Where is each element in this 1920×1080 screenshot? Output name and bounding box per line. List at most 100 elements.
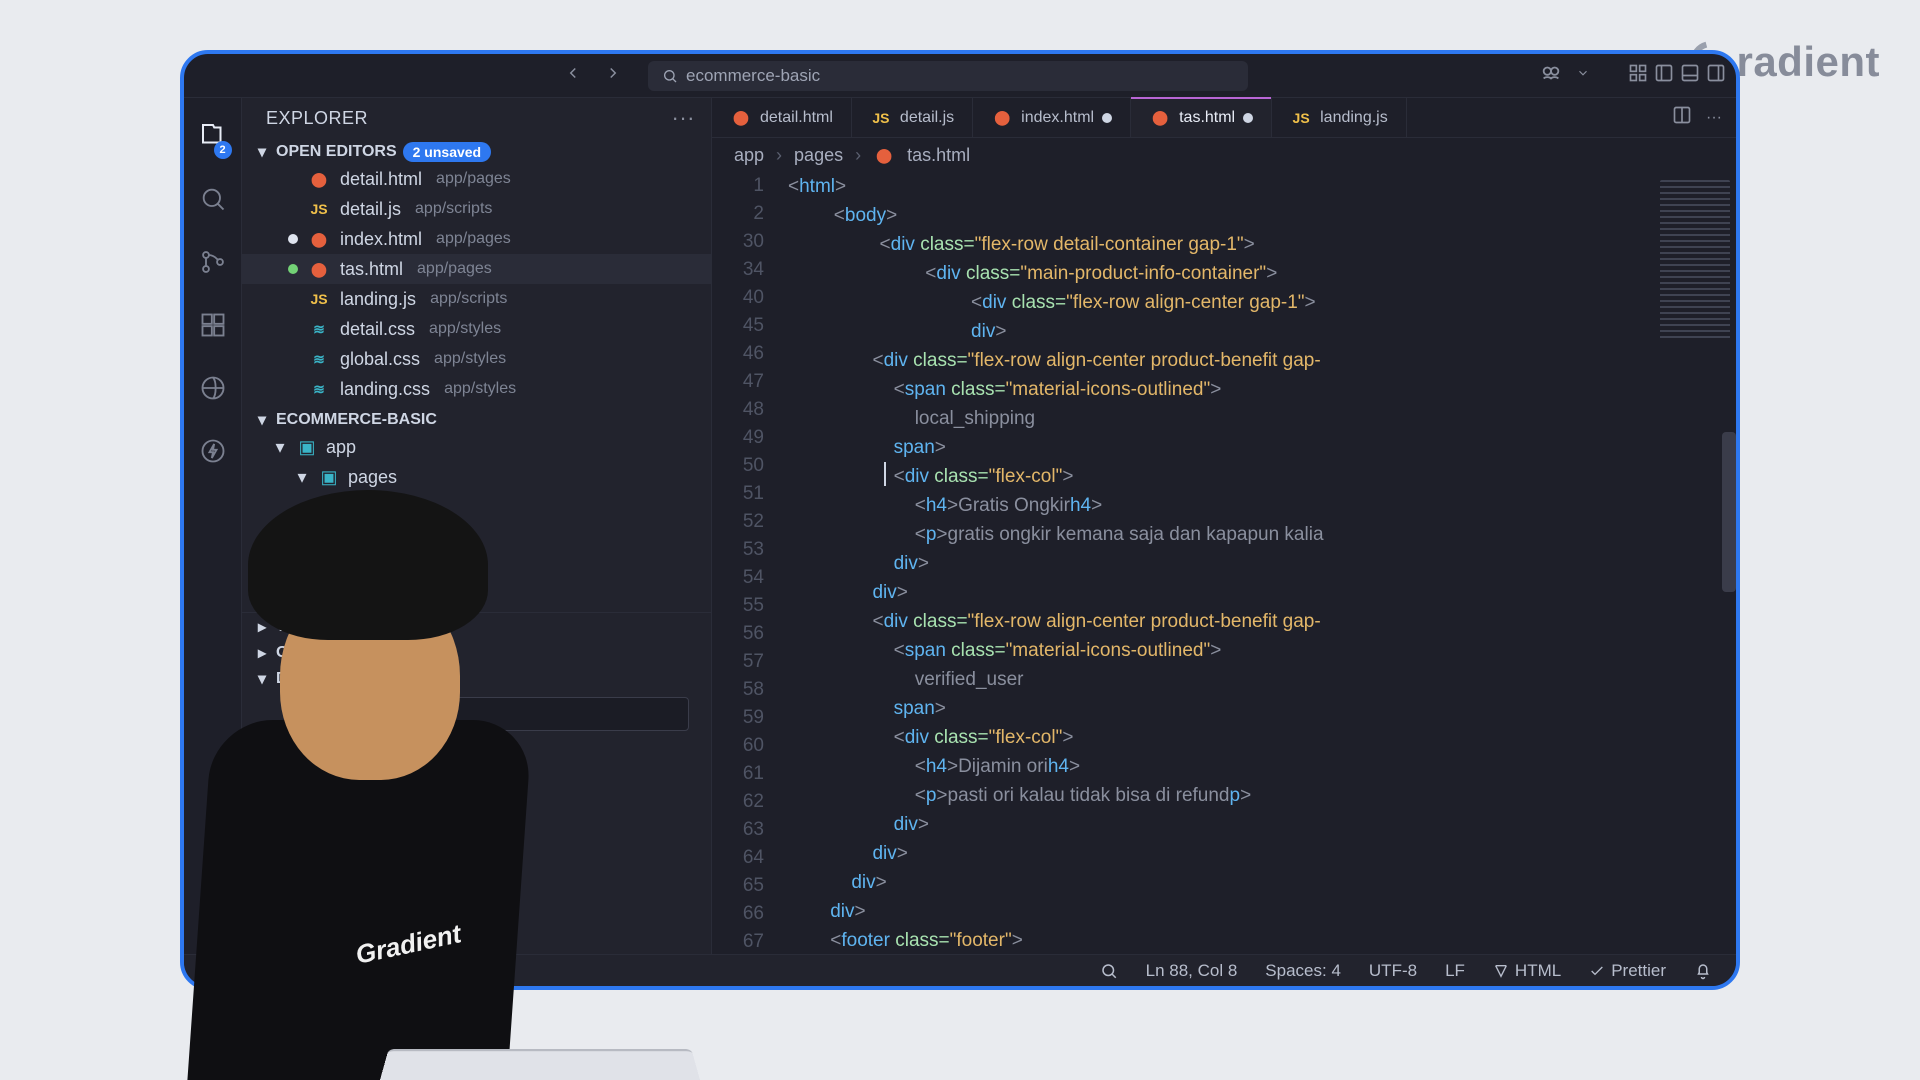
timeline-section[interactable]: ▸ TIMEL — [242, 612, 711, 639]
html-icon: ⬤ — [873, 147, 895, 164]
open-editor-item[interactable]: ≋detail.cssapp/styles — [242, 314, 711, 344]
copilot-icon[interactable] — [1540, 62, 1562, 89]
status-search-icon[interactable] — [1100, 962, 1118, 980]
file-name: detail.js — [340, 199, 401, 220]
chevron-down-icon[interactable] — [1576, 66, 1590, 85]
status-encoding[interactable]: UTF-8 — [1369, 961, 1417, 981]
status-spaces[interactable]: Spaces: 4 — [1265, 961, 1341, 981]
editor-tab[interactable]: JSlanding.js — [1272, 98, 1407, 137]
css-icon: ≋ — [308, 351, 330, 368]
open-editor-item[interactable]: ⬤detail.htmlapp/pages — [242, 164, 711, 194]
editor-tab[interactable]: ⬤tas.html — [1131, 98, 1272, 137]
more-icon[interactable]: ··· — [1706, 109, 1722, 127]
open-editor-item[interactable]: ≋landing.cssapp/styles — [242, 374, 711, 404]
notifications-icon[interactable] — [1694, 962, 1712, 980]
layout-sidebar-left-icon[interactable] — [1654, 63, 1674, 88]
workspace-label: ECOMMERCE-BASIC — [276, 411, 437, 429]
thunder-icon[interactable] — [199, 437, 227, 470]
explorer-icon[interactable]: 2 — [198, 120, 228, 155]
debug-label: DEBUG C — [276, 670, 350, 688]
chevron-down-icon: ▾ — [254, 142, 270, 162]
layout-sidebar-right-icon[interactable] — [1706, 63, 1726, 88]
tree-row-collapsed[interactable]: ▸ — [242, 582, 711, 612]
ide-window: ecommerce-basic — [180, 50, 1740, 990]
dirty-indicator-icon — [288, 234, 298, 244]
chevron-right-icon: ▸ — [294, 587, 310, 608]
accounts-icon[interactable] — [199, 903, 227, 936]
file-dir: app/styles — [444, 380, 516, 398]
file-dir: app/styles — [429, 320, 501, 338]
file-name: index.html — [340, 229, 422, 250]
debug-input[interactable]: scape) — [302, 697, 689, 731]
file-dir: app/scripts — [430, 290, 507, 308]
debug-input-placeholder: scape) — [313, 704, 364, 724]
status-cursor[interactable]: Ln 88, Col 8 — [1146, 961, 1238, 981]
file-name: tas.html — [340, 259, 403, 280]
folder-app[interactable]: ▾ ▣ app — [242, 432, 711, 462]
chevron-down-icon: ▾ — [272, 437, 288, 458]
chevron-right-icon: ▸ — [254, 643, 270, 663]
js-icon: JS — [308, 201, 330, 217]
crumb-file[interactable]: tas.html — [907, 145, 970, 166]
more-icon[interactable]: ··· — [672, 105, 695, 131]
open-editors-list: ⬤detail.htmlapp/pages JS detail.js app/scri… — [242, 164, 711, 404]
tab-strip: ⬤detail.htmlJSdetail.js⬤index.html⬤tas.h… — [712, 98, 1736, 138]
search-activity-icon[interactable] — [199, 185, 227, 218]
editor-tab[interactable]: JSdetail.js — [852, 98, 973, 137]
editor-tab[interactable]: ⬤index.html — [973, 98, 1131, 137]
tree-file-obscured[interactable]: ⬤ — [242, 492, 711, 522]
open-editor-item[interactable]: JSlanding.jsapp/scripts — [242, 284, 711, 314]
open-editor-item[interactable]: JS detail.js app/scripts — [242, 194, 711, 224]
open-editors-section[interactable]: ▾ OPEN EDITORS 2 unsaved — [242, 138, 711, 164]
html-icon: ⬤ — [1149, 109, 1171, 126]
back-icon[interactable] — [564, 64, 582, 87]
status-eol[interactable]: LF — [1445, 961, 1465, 981]
layout-panel-icon[interactable] — [1680, 63, 1700, 88]
chevron-right-icon: ▸ — [254, 617, 270, 637]
breadcrumbs[interactable]: app › pages › ⬤ tas.html — [712, 138, 1736, 172]
outline-label: OUTLIN — [276, 644, 336, 662]
html-icon: ⬤ — [991, 109, 1013, 126]
file-name: global.css — [340, 349, 420, 370]
status-prettier[interactable]: Prettier — [1589, 961, 1666, 981]
crumb-pages[interactable]: pages — [794, 145, 843, 166]
dirty-indicator-icon — [1243, 113, 1253, 123]
open-editor-item[interactable]: ≋ global.css app/styles — [242, 344, 711, 374]
crumb-app[interactable]: app — [734, 145, 764, 166]
sidebar-header: EXPLORER ··· — [242, 98, 711, 138]
file-dir: app/scripts — [415, 200, 492, 218]
open-editor-item[interactable]: ⬤index.htmlapp/pages — [242, 224, 711, 254]
vertical-scrollbar[interactable] — [1722, 432, 1736, 592]
file-name: detail.css — [340, 319, 415, 340]
command-center-text: ecommerce-basic — [686, 66, 820, 86]
remote-icon[interactable] — [199, 374, 227, 407]
timeline-label: TIMEL — [276, 618, 324, 636]
extensions-icon[interactable] — [199, 311, 227, 344]
status-language[interactable]: HTML — [1493, 961, 1561, 981]
folder-app-label: app — [326, 437, 356, 458]
outline-section[interactable]: ▸ OUTLIN — [242, 639, 711, 665]
debug-section[interactable]: ▾ DEBUG C — [242, 665, 711, 691]
editor-tab[interactable]: ⬤detail.html — [712, 98, 852, 137]
explorer-badge: 2 — [214, 141, 232, 159]
open-editor-item[interactable]: ⬤tas.htmlapp/pages — [242, 254, 711, 284]
text-cursor — [884, 462, 886, 486]
html-icon: ⬤ — [308, 231, 330, 248]
sidebar: EXPLORER ··· ▾ OPEN EDITORS 2 unsaved ⬤d… — [242, 98, 712, 954]
workspace-section[interactable]: ▾ ECOMMERCE-BASIC — [242, 406, 711, 432]
split-editor-icon[interactable] — [1672, 105, 1692, 130]
source-control-icon[interactable] — [199, 248, 227, 281]
tab-label: detail.js — [900, 109, 954, 127]
minimap[interactable] — [1660, 180, 1730, 340]
folder-pages[interactable]: ▾ ▣ pages — [242, 462, 711, 492]
command-center[interactable]: ecommerce-basic — [648, 61, 1248, 91]
activity-bar: 2 — [184, 98, 242, 954]
code-editor[interactable]: 1230344045464748495051525354555657585960… — [712, 172, 1736, 954]
file-name: landing.js — [340, 289, 416, 310]
layout-grid-icon[interactable] — [1628, 63, 1648, 88]
file-dir: app/styles — [434, 350, 506, 368]
html-icon: ⬤ — [730, 109, 752, 126]
code-content[interactable]: <html> <body> <div class="flex-row detai… — [788, 172, 1646, 954]
forward-icon[interactable] — [604, 64, 622, 87]
js-icon: JS — [1290, 110, 1312, 126]
